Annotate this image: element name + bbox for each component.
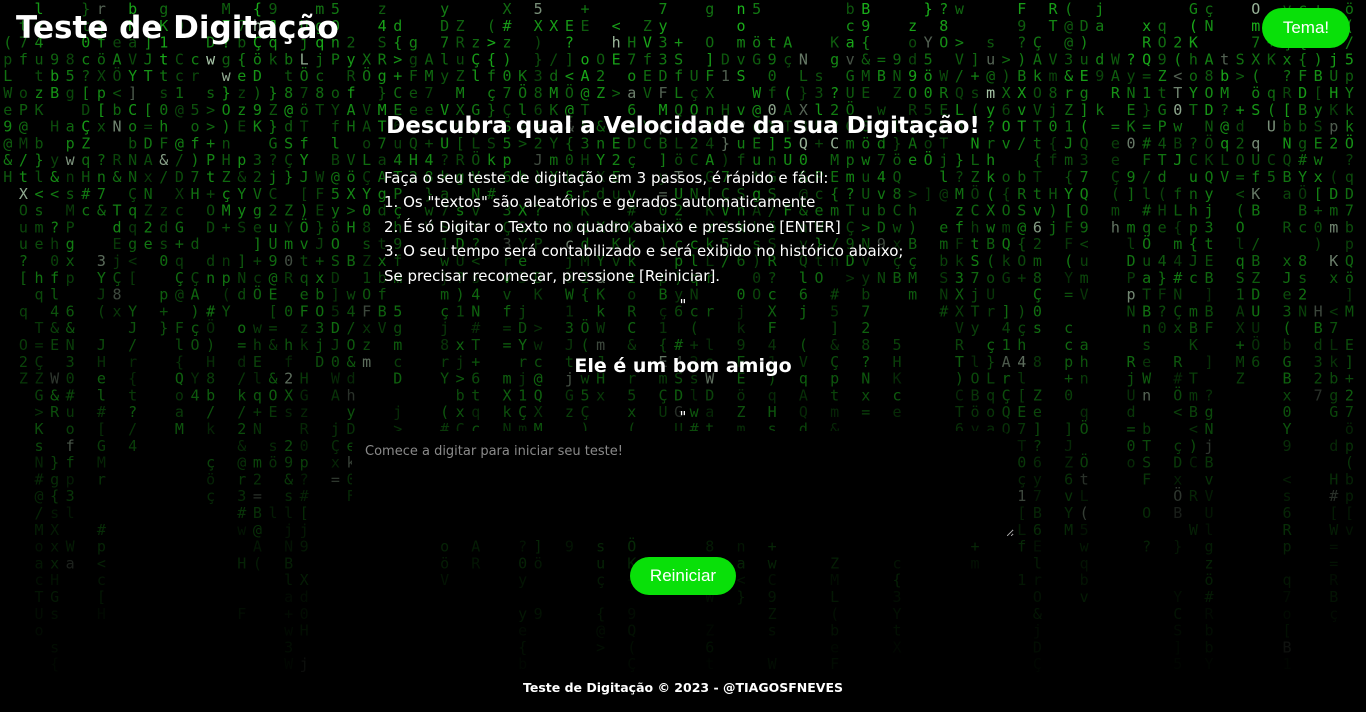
main-content: Descubra qual a Velocidade da sua Digita…	[0, 0, 1366, 712]
closing-quote-mark: "	[679, 408, 687, 426]
instruction-step-1: 1. Os "textos" são aleatórios e gerados …	[384, 193, 816, 212]
instruction-restart-note: Se precisar recomeçar, pressione [Reinic…	[384, 266, 721, 285]
instruction-step-3: 3. O seu tempo será contabilizado e será…	[384, 242, 904, 261]
page: (pLWe9@&Ht7foP@M/tXOuu?[qO2Zlv4utzKb}l<s…	[0, 0, 1366, 712]
instruction-intro: Faça o seu teste de digitação em 3 passo…	[384, 169, 829, 187]
restart-button[interactable]: Reiniciar	[630, 557, 736, 595]
page-headline: Descubra qual a Velocidade da sua Digita…	[386, 113, 980, 139]
footer-credit: Teste de Digitação © 2023 - @TIAGOSFNEVE…	[523, 680, 843, 695]
target-phrase: Ele é um bom amigo	[574, 355, 792, 377]
opening-quote-mark: "	[679, 296, 687, 314]
typing-input[interactable]	[352, 431, 1014, 537]
instructions: Faça o seu teste de digitação em 3 passo…	[384, 166, 1024, 288]
instruction-step-2: 2. É só Digitar o Texto no quadro abaixo…	[384, 217, 841, 236]
